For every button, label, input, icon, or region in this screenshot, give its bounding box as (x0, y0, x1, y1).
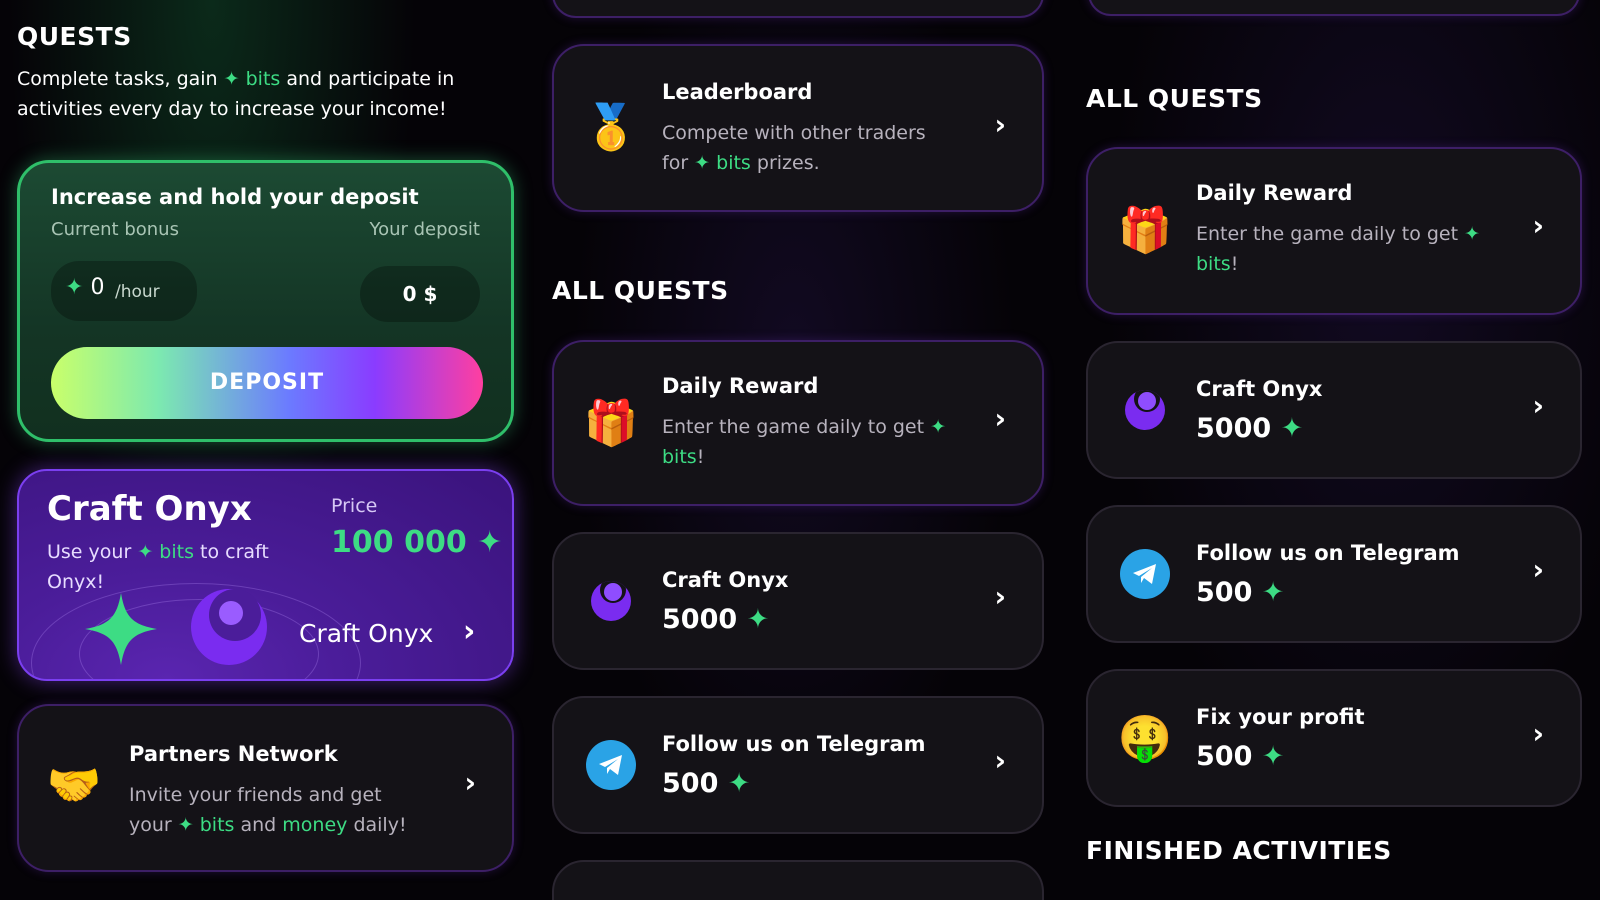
bits-star-icon: ✦ (223, 68, 240, 90)
current-bonus-label: Current bonus (51, 219, 179, 240)
bits-star-icon: ✦ (477, 525, 503, 560)
chevron-right-icon: › (1532, 717, 1544, 750)
bits-star-icon: ✦ (1464, 223, 1481, 245)
partners-network-title: Partners Network (129, 742, 338, 766)
deposit-card: Increase and hold your deposit Current b… (17, 160, 514, 442)
quest-title: Follow us on Telegram (662, 732, 926, 756)
quest-title: Craft Onyx (1196, 377, 1323, 401)
quest-follow-telegram[interactable]: Follow us on Telegram 500 ✦ › (1086, 505, 1582, 643)
leaderboard-desc: Compete with other traders for ✦ bits pr… (662, 122, 926, 174)
medal-icon: 🥇 (583, 102, 639, 153)
chevron-right-icon: › (1532, 209, 1544, 242)
chevron-right-icon: › (994, 402, 1006, 435)
quest-title: Craft Onyx (662, 568, 789, 592)
quest-daily-reward[interactable]: 🎁 Daily Reward Enter the game daily to g… (552, 340, 1044, 506)
deposit-title: Increase and hold your deposit (51, 185, 419, 209)
quest-title: Daily Reward (662, 374, 819, 398)
craft-onyx-promo-card[interactable]: Craft Onyx Use your ✦ bits to craft Onyx… (17, 469, 514, 681)
bits-star-icon: ✦ (1261, 741, 1285, 772)
bits-star-icon: ✦ (1261, 577, 1285, 608)
quest-reward: 5000 ✦ (1196, 413, 1304, 444)
quests-intro: Complete tasks, gain ✦ bits and particip… (17, 68, 455, 120)
leaderboard-title: Leaderboard (662, 80, 813, 104)
green-star-icon (85, 593, 157, 665)
telegram-icon (584, 738, 638, 792)
quest-daily-reward[interactable]: 🎁 Daily Reward Enter the game daily to g… (1086, 147, 1582, 315)
all-quests-title: ALL QUESTS (1086, 84, 1263, 113)
gift-icon: 🎁 (583, 398, 639, 449)
partners-network-card[interactable]: 🤝 Partners Network Invite your friends a… (17, 704, 514, 872)
chevron-right-icon: › (463, 614, 476, 649)
partners-network-desc: Invite your friends and get your ✦ bits … (129, 784, 407, 836)
chevron-right-icon: › (994, 108, 1006, 141)
quest-reward: 500 ✦ (662, 768, 751, 799)
price-label: Price (331, 495, 378, 517)
onyx-moon-icon (191, 589, 267, 665)
bits-star-icon: ✦ (137, 541, 154, 563)
chevron-right-icon: › (464, 766, 476, 799)
partial-card-bottom (552, 860, 1044, 900)
quest-desc: Enter the game daily to get ✦ bits! (662, 416, 947, 468)
current-bonus-value: ✦ 0 /hour (51, 261, 197, 321)
your-deposit-value: 0 $ (360, 266, 480, 322)
all-quests-title: ALL QUESTS (552, 276, 729, 305)
bits-star-icon: ✦ (177, 814, 194, 836)
quest-desc: Enter the game daily to get ✦ bits! (1196, 223, 1481, 275)
bits-star-icon: ✦ (930, 416, 947, 438)
bits-star-icon: ✦ (694, 152, 711, 174)
craft-onyx-promo-title: Craft Onyx (47, 489, 252, 529)
deposit-button[interactable]: DEPOSIT (51, 347, 483, 419)
chevron-right-icon: › (1532, 389, 1544, 422)
quest-reward: 500 ✦ (1196, 741, 1285, 772)
bits-star-icon: ✦ (727, 768, 751, 799)
chevron-right-icon: › (994, 744, 1006, 777)
quest-follow-telegram[interactable]: Follow us on Telegram 500 ✦ › (552, 696, 1044, 834)
chevron-right-icon: › (994, 580, 1006, 613)
quest-title: Follow us on Telegram (1196, 541, 1460, 565)
money-face-icon: 🤑 (1117, 713, 1173, 764)
quest-craft-onyx[interactable]: Craft Onyx 5000 ✦ › (552, 532, 1044, 670)
finished-activities-title: FINISHED ACTIVITIES (1086, 836, 1392, 865)
quests-title: QUESTS (17, 22, 132, 51)
quest-reward: 5000 ✦ (662, 604, 770, 635)
partial-card-top (552, 0, 1044, 18)
quest-title: Fix your profit (1196, 705, 1365, 729)
partial-card-top (1088, 0, 1580, 16)
price-value: 100 000 ✦ (331, 525, 503, 560)
craft-onyx-cta-label: Craft Onyx (299, 619, 434, 648)
quest-reward: 500 ✦ (1196, 577, 1285, 608)
chevron-right-icon: › (1532, 553, 1544, 586)
quest-craft-onyx[interactable]: Craft Onyx 5000 ✦ › (1086, 341, 1582, 479)
your-deposit-label: Your deposit (369, 219, 480, 240)
quest-title: Daily Reward (1196, 181, 1353, 205)
quests-panel-right: ALL QUESTS 🎁 Daily Reward Enter the game… (1058, 0, 1600, 900)
handshake-icon: 🤝 (46, 760, 102, 811)
onyx-moon-icon (1118, 383, 1172, 437)
quests-panel-left: QUESTS Complete tasks, gain ✦ bits and p… (0, 0, 530, 900)
quest-fix-profit[interactable]: 🤑 Fix your profit 500 ✦ › (1086, 669, 1582, 807)
leaderboard-card[interactable]: 🥇 Leaderboard Compete with other traders… (552, 44, 1044, 212)
bits-star-icon: ✦ (65, 275, 84, 300)
bits-star-icon: ✦ (746, 604, 770, 635)
telegram-icon (1118, 547, 1172, 601)
bits-star-icon: ✦ (1280, 413, 1304, 444)
onyx-moon-icon (584, 574, 638, 628)
quests-panel-middle: 🥇 Leaderboard Compete with other traders… (534, 0, 1054, 900)
gift-icon: 🎁 (1117, 205, 1173, 256)
